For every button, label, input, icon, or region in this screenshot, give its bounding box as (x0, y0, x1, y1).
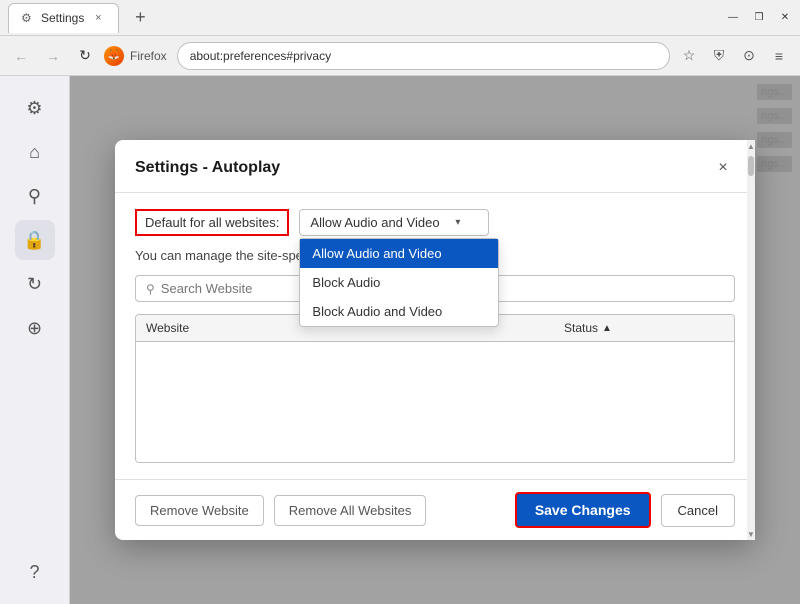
nav-icons: ☆ ⛨ ⊙ ≡ (676, 43, 792, 69)
dropdown-selected-value: Allow Audio and Video (310, 215, 439, 230)
sidebar-item-sync[interactable]: ↻ (15, 264, 55, 304)
status-label: Status (564, 321, 598, 335)
address-bar[interactable] (177, 42, 670, 70)
dialog-body: Default for all websites: Allow Audio an… (115, 193, 755, 479)
scroll-up-button[interactable]: ▲ (747, 140, 755, 152)
menu-icon[interactable]: ≡ (766, 43, 792, 69)
dialog-header: Settings - Autoplay × (115, 140, 755, 193)
new-tab-button[interactable]: + (127, 5, 153, 31)
scroll-thumb[interactable] (748, 156, 754, 176)
search-icon: ⚲ (146, 282, 155, 296)
remove-all-websites-button[interactable]: Remove All Websites (274, 495, 427, 526)
sidebar-item-lock[interactable]: 🔒 (15, 220, 55, 260)
shield-icon[interactable]: ⛨ (706, 43, 732, 69)
dropdown-item-block-audio-video[interactable]: Block Audio and Video (300, 297, 498, 326)
bookmark-icon[interactable]: ☆ (676, 43, 702, 69)
sidebar-item-addons[interactable]: ⊕ (15, 308, 55, 348)
account-icon[interactable]: ⊙ (736, 43, 762, 69)
back-button[interactable]: ← (8, 43, 34, 69)
sidebar-item-search[interactable]: ⚲ (15, 176, 55, 216)
dropdown-item-allow-audio-video[interactable]: Allow Audio and Video (300, 239, 498, 268)
sort-icon[interactable]: ▲ (602, 323, 612, 334)
dialog-scrollbar[interactable]: ▲ ▼ (747, 140, 755, 540)
dropdown-item-block-audio[interactable]: Block Audio (300, 268, 498, 297)
minimize-button[interactable]: — (726, 11, 740, 25)
dropdown-wrapper: Allow Audio and Video ▾ Allow Audio and … (299, 209, 489, 236)
chevron-down-icon: ▾ (455, 217, 460, 228)
browser-tab[interactable]: ⚙ Settings × (8, 3, 119, 33)
cancel-button[interactable]: Cancel (661, 494, 735, 527)
sidebar-item-home[interactable]: ⌂ (15, 132, 55, 172)
dialog-footer: Remove Website Remove All Websites Save … (115, 479, 755, 540)
content-area: ⚙ ⌂ ⚲ 🔒 ↻ ⊕ ? ngs... ngs... ngs... ngs..… (0, 76, 800, 604)
default-row: Default for all websites: Allow Audio an… (135, 209, 735, 236)
dialog-close-button[interactable]: × (711, 156, 735, 180)
dialog-title: Settings - Autoplay (135, 159, 280, 177)
autoplay-settings-dialog: Settings - Autoplay × Default for all we… (115, 140, 755, 540)
browser-window: ⚙ Settings × + — ❒ ✕ ← → ↻ 🦊 Firefox ☆ ⛨… (0, 0, 800, 604)
sidebar-item-settings[interactable]: ⚙ (15, 88, 55, 128)
restore-button[interactable]: ❒ (752, 11, 766, 25)
default-websites-label: Default for all websites: (135, 209, 289, 236)
reload-button[interactable]: ↻ (72, 43, 98, 69)
firefox-label: Firefox (130, 49, 167, 63)
remove-website-button[interactable]: Remove Website (135, 495, 264, 526)
save-changes-button[interactable]: Save Changes (515, 492, 651, 528)
close-button[interactable]: ✕ (778, 11, 792, 25)
tab-title: Settings (41, 11, 84, 25)
websites-table: Website Status ▲ (135, 314, 735, 463)
autoplay-dropdown-button[interactable]: Allow Audio and Video ▾ (299, 209, 489, 236)
table-body (136, 342, 734, 462)
firefox-logo: 🦊 (104, 46, 124, 66)
title-bar: ⚙ Settings × + — ❒ ✕ (0, 0, 800, 36)
status-column-header: Status ▲ (564, 321, 724, 335)
dropdown-menu: Allow Audio and Video Block Audio Block … (299, 238, 499, 327)
tab-close-button[interactable]: × (90, 10, 106, 26)
sidebar-item-help[interactable]: ? (15, 552, 55, 592)
modal-overlay: Settings - Autoplay × Default for all we… (70, 76, 800, 604)
sidebar: ⚙ ⌂ ⚲ 🔒 ↻ ⊕ ? (0, 76, 70, 604)
scroll-down-button[interactable]: ▼ (747, 528, 755, 540)
page-background: ngs... ngs... ngs... ngs... Settings - A… (70, 76, 800, 604)
settings-tab-icon: ⚙ (21, 11, 35, 25)
window-controls: — ❒ ✕ (726, 11, 792, 25)
nav-bar: ← → ↻ 🦊 Firefox ☆ ⛨ ⊙ ≡ (0, 36, 800, 76)
forward-button[interactable]: → (40, 43, 66, 69)
